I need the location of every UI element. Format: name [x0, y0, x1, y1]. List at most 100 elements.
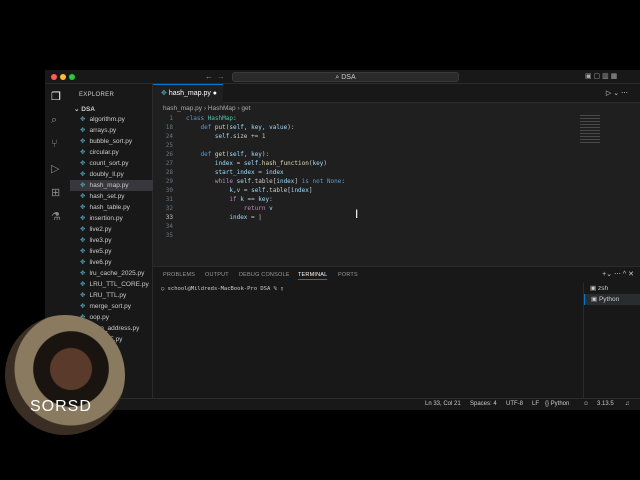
file-item[interactable]: ✥ merge_sort.py: [70, 301, 153, 312]
extensions-icon[interactable]: ⊞: [51, 186, 60, 199]
file-item[interactable]: ✥ hash_table.py: [70, 202, 153, 213]
breadcrumb-method[interactable]: get: [241, 105, 250, 112]
code-line: 29 while self.table[index] is not None:: [153, 177, 573, 186]
tab-ports[interactable]: PORTS: [338, 272, 358, 278]
python-file-icon: ✥: [80, 116, 86, 123]
file-name: hash_set.py: [89, 193, 125, 200]
file-name: hash_map.py: [89, 182, 129, 189]
layout-icons[interactable]: ▣ ▢ ▥ ▦: [585, 72, 617, 80]
python-file-icon: ✥: [80, 303, 86, 310]
file-name: count_sort.py: [89, 160, 129, 167]
language-mode[interactable]: {} Python: [545, 401, 569, 407]
indentation[interactable]: Spaces: 4: [470, 401, 497, 407]
copilot-icon[interactable]: ☺: [583, 401, 589, 407]
file-name: lru_cache_2025.py: [89, 270, 145, 277]
explorer-icon[interactable]: ❐: [51, 90, 61, 103]
tab-problems[interactable]: PROBLEMS: [163, 272, 195, 278]
tab-debug-console[interactable]: DEBUG CONSOLE: [239, 272, 290, 278]
source-control-icon[interactable]: ⑂: [51, 138, 58, 150]
code-text: k,v = self.table[index]: [229, 187, 313, 194]
line-number: 32: [165, 205, 173, 212]
code-line: 32 return v: [153, 204, 573, 213]
code-text: class HashMap:: [186, 115, 237, 122]
file-list: ✥ algorithm.py ✥ arrays.py ✥ bubble_sort.py ✥ c…: [70, 114, 153, 345]
code-line: 1 class HashMap:: [153, 114, 573, 123]
code-editor[interactable]: 1 class HashMap: 18 def put(self, key, val…: [153, 114, 573, 240]
python-file-icon: ✥: [161, 90, 169, 97]
line-number: 26: [165, 151, 173, 158]
file-name: LRU_TTL.py: [89, 292, 127, 299]
breadcrumb-class[interactable]: HashMap: [208, 105, 236, 112]
minimize-button[interactable]: [60, 74, 66, 80]
maximize-button[interactable]: [69, 74, 75, 80]
terminal-output[interactable]: ○ school@Mildreds-MacBook-Pro DSA % ▯: [161, 286, 284, 292]
python-file-icon: ✥: [80, 270, 86, 277]
testing-icon[interactable]: ⚗: [51, 210, 61, 223]
encoding[interactable]: UTF-8: [506, 401, 523, 407]
terminal-python[interactable]: ▣ Python: [584, 294, 640, 305]
code-text: def get(self, key):: [200, 151, 270, 158]
back-arrow-icon[interactable]: ←: [205, 72, 213, 81]
python-file-icon: ✥: [80, 248, 86, 255]
bell-icon[interactable]: ♫: [625, 401, 630, 407]
code-line: 33 index = |: [153, 213, 573, 222]
python-file-icon: ✥: [80, 259, 86, 266]
search-icon[interactable]: ⌕: [51, 114, 57, 127]
file-item[interactable]: ✥ bubble_sort.py: [70, 136, 153, 147]
file-name: insertion.py: [89, 215, 123, 222]
file-item[interactable]: ✥ count_sort.py: [70, 158, 153, 169]
line-number: 34: [165, 223, 173, 230]
explorer-header: EXPLORER: [79, 92, 115, 98]
python-file-icon: ✥: [80, 204, 86, 211]
folder-dsa[interactable]: ⌄ DSA: [74, 105, 95, 113]
file-item[interactable]: ✥ doubly_ll.py: [70, 169, 153, 180]
tab-terminal[interactable]: TERMINAL: [298, 272, 328, 280]
python-version[interactable]: 3.13.5: [597, 401, 614, 407]
file-item[interactable]: ✥ LRU_TTL_CORE.py: [70, 279, 153, 290]
line-ending[interactable]: LF: [532, 401, 539, 407]
file-item[interactable]: ✥ live5.py: [70, 246, 153, 257]
terminal-zsh[interactable]: ▣ zsh: [584, 283, 640, 294]
python-file-icon: ✥: [80, 226, 86, 233]
file-name: circular.py: [89, 149, 119, 156]
python-file-icon: ✥: [80, 127, 86, 134]
terminal-actions[interactable]: +⌄ ⋯ ^ ✕: [602, 270, 634, 278]
cursor-position[interactable]: Ln 33, Col 21: [425, 401, 461, 407]
file-item[interactable]: ✥ circular.py: [70, 147, 153, 158]
unsaved-dot-icon[interactable]: ●: [213, 90, 217, 97]
close-button[interactable]: [51, 74, 57, 80]
run-icon[interactable]: ▷ ⌄ ⋯: [606, 89, 628, 97]
code-text: return v: [243, 205, 273, 212]
file-item[interactable]: ✥ live6.py: [70, 257, 153, 268]
command-center-search[interactable]: ⌕ DSA: [232, 72, 459, 82]
breadcrumb-file[interactable]: hash_map.py: [163, 105, 202, 112]
file-item[interactable]: ✥ insertion.py: [70, 213, 153, 224]
run-debug-icon[interactable]: ▷: [51, 162, 59, 175]
forward-arrow-icon[interactable]: →: [217, 72, 225, 81]
python-file-icon: ✥: [80, 160, 86, 167]
file-item[interactable]: ✥ LRU_TTL.py: [70, 290, 153, 301]
minimap[interactable]: [580, 115, 600, 145]
file-item[interactable]: ✥ live2.py: [70, 224, 153, 235]
file-name: doubly_ll.py: [89, 171, 124, 178]
file-item[interactable]: ✥ live3.py: [70, 235, 153, 246]
file-name: bubble_sort.py: [89, 138, 133, 145]
file-item[interactable]: ✥ hash_set.py: [70, 191, 153, 202]
python-file-icon: ✥: [80, 182, 86, 189]
file-name: live5.py: [89, 248, 112, 255]
code-line: 35: [153, 231, 573, 240]
tab-hash-map[interactable]: ✥ hash_map.py ●: [153, 84, 223, 103]
python-file-icon: ✥: [80, 281, 86, 288]
code-line: 34: [153, 222, 573, 231]
editor-tabs: ✥ hash_map.py ● ▷ ⌄ ⋯: [153, 84, 640, 103]
file-item[interactable]: ✥ algorithm.py: [70, 114, 153, 125]
code-text: def put(self, key, value):: [200, 124, 295, 131]
file-name: LRU_TTL_CORE.py: [89, 281, 149, 288]
line-number: 25: [165, 142, 173, 149]
file-item[interactable]: ✥ hash_map.py: [70, 180, 153, 191]
python-file-icon: ✥: [80, 171, 86, 178]
file-item[interactable]: ✥ arrays.py: [70, 125, 153, 136]
file-name: live3.py: [89, 237, 112, 244]
tab-output[interactable]: OUTPUT: [205, 272, 229, 278]
file-item[interactable]: ✥ lru_cache_2025.py: [70, 268, 153, 279]
